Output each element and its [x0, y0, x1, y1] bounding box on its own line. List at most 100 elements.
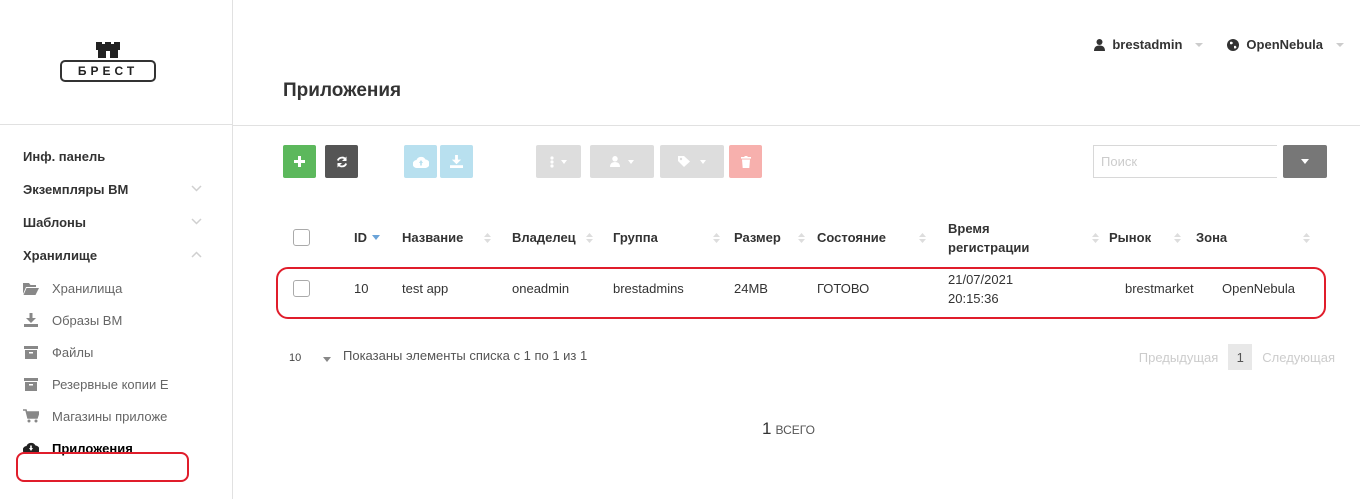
- pagination: Предыдущая 1 Следующая: [1139, 344, 1335, 370]
- page-title: Приложения: [283, 80, 402, 101]
- col-name[interactable]: Название: [402, 210, 463, 265]
- tags-icon: [678, 156, 690, 167]
- delete-button[interactable]: [729, 145, 762, 178]
- col-owner[interactable]: Владелец: [512, 210, 576, 265]
- table-footer: 10 Показаны элементы списка с 1 по 1 из …: [283, 343, 1335, 373]
- change-owner-button[interactable]: [590, 145, 654, 178]
- sidebar-subitem-images[interactable]: Образы ВМ: [0, 304, 232, 336]
- col-group[interactable]: Группа: [613, 210, 658, 265]
- labels-button[interactable]: [660, 145, 724, 178]
- cell-name: test app: [402, 281, 449, 296]
- caret-down-icon: [700, 159, 706, 164]
- logo-area: БРЕСТ: [0, 0, 232, 125]
- sidebar-item-templates[interactable]: Шаблоны: [0, 206, 232, 239]
- row-checkbox[interactable]: [293, 280, 310, 297]
- vertical-dots-icon: [550, 155, 554, 168]
- sort-desc-icon: [372, 210, 380, 265]
- zone-menu[interactable]: OpenNebula: [1227, 37, 1344, 52]
- brest-logo[interactable]: БРЕСТ: [60, 42, 156, 82]
- plus-icon: [294, 156, 305, 167]
- col-registration-time[interactable]: Время регистрации: [948, 210, 1038, 265]
- table-info: Показаны элементы списка с 1 по 1 из 1: [343, 348, 588, 363]
- cell-zone: OpenNebula: [1222, 281, 1295, 296]
- cell-owner: oneadmin: [512, 281, 570, 296]
- current-page-button[interactable]: 1: [1228, 344, 1253, 370]
- download-icon: [23, 312, 39, 328]
- topbar-right: brestadmin OpenNebula: [1094, 37, 1344, 52]
- col-zone[interactable]: Зона: [1196, 210, 1227, 265]
- table-header: ID Название Владелец Группа Размер Состо…: [283, 210, 1335, 265]
- sidebar-item-label: Экземпляры ВМ: [23, 182, 129, 197]
- cell-size: 24MB: [734, 281, 768, 296]
- table-row[interactable]: 10 test app oneadmin brestadmins 24MB ГО…: [276, 267, 1335, 329]
- sidebar-subitem-datastores[interactable]: Хранилища: [0, 272, 232, 304]
- chevron-up-icon: [191, 251, 202, 258]
- sidebar-item-dashboard[interactable]: Инф. панель: [0, 140, 232, 173]
- sidebar-item-storage[interactable]: Хранилище: [0, 239, 232, 272]
- refresh-button[interactable]: [325, 145, 358, 178]
- next-page-button[interactable]: Следующая: [1262, 350, 1335, 365]
- row-select-cell: [293, 261, 310, 316]
- fortress-icon: [96, 42, 120, 58]
- sidebar-item-label: Инф. панель: [23, 149, 106, 164]
- cell-state: ГОТОВО: [817, 281, 870, 296]
- caret-down-icon: [1301, 159, 1309, 164]
- chevron-down-icon: [191, 185, 202, 192]
- caret-down-icon: [323, 357, 331, 362]
- sidebar-subitem-files[interactable]: Файлы: [0, 336, 232, 368]
- sort-icon: [586, 210, 593, 265]
- cell-reg-date: 21/07/2021: [948, 271, 1014, 287]
- cart-icon: [23, 408, 39, 424]
- cell-market: brestmarket: [1125, 281, 1194, 296]
- archive-icon: [23, 344, 39, 360]
- user-name: brestadmin: [1112, 37, 1183, 52]
- caret-down-icon: [1336, 42, 1344, 47]
- total-label: ВСЕГО: [775, 423, 815, 437]
- select-all-cell: [293, 210, 310, 265]
- page-length-select[interactable]: 10: [283, 347, 331, 369]
- cloud-upload-icon: [412, 156, 429, 168]
- search-input[interactable]: [1093, 145, 1277, 178]
- prev-page-button[interactable]: Предыдущая: [1139, 350, 1219, 365]
- total-summary: 1 ВСЕГО: [762, 419, 815, 439]
- cell-registration-time: 21/07/2021 20:15:36: [948, 261, 1013, 316]
- sort-icon: [1092, 210, 1099, 265]
- user-icon: [1094, 38, 1106, 51]
- trash-icon: [740, 155, 751, 168]
- more-actions-button[interactable]: [536, 145, 581, 178]
- sidebar-item-vms[interactable]: Экземпляры ВМ: [0, 173, 232, 206]
- logo-text: БРЕСТ: [60, 60, 156, 82]
- sidebar-subitem-marketplaces[interactable]: Магазины приложе: [0, 400, 232, 432]
- create-button[interactable]: [283, 145, 316, 178]
- sort-icon: [713, 210, 720, 265]
- user-menu[interactable]: brestadmin: [1094, 37, 1204, 52]
- sidebar-nav: Инф. панель Экземпляры ВМ Шаблоны Хранил…: [0, 140, 232, 464]
- download-button[interactable]: [440, 145, 473, 178]
- globe-icon: [1227, 38, 1240, 51]
- sidebar-item-label: Шаблоны: [23, 215, 86, 230]
- search-options-button[interactable]: [1283, 145, 1327, 178]
- user-icon: [610, 156, 620, 167]
- total-count: 1: [762, 419, 772, 438]
- col-market[interactable]: Рынок: [1109, 210, 1151, 265]
- sidebar-subitem-label: Образы ВМ: [52, 312, 123, 328]
- folder-open-icon: [23, 280, 39, 296]
- col-id[interactable]: ID: [354, 210, 367, 265]
- chevron-down-icon: [191, 218, 202, 225]
- col-state[interactable]: Состояние: [817, 210, 886, 265]
- sidebar-item-label: Хранилище: [23, 248, 98, 263]
- cell-group: brestadmins: [613, 281, 684, 296]
- zone-name: OpenNebula: [1246, 37, 1323, 52]
- sidebar-subitem-label: Хранилища: [52, 280, 123, 296]
- select-all-checkbox[interactable]: [293, 229, 310, 246]
- export-to-cloud-button[interactable]: [404, 145, 437, 178]
- page-length-value: 10: [289, 352, 302, 364]
- col-size[interactable]: Размер: [734, 210, 781, 265]
- sidebar-subitem-label: Магазины приложе: [52, 408, 168, 424]
- highlight-outline-sidebar: [16, 452, 189, 482]
- sort-icon: [798, 210, 805, 265]
- sort-icon: [484, 210, 491, 265]
- sidebar-subitem-backups[interactable]: Резервные копии E: [0, 368, 232, 400]
- toolbar: [283, 145, 1345, 178]
- cell-reg-time: 20:15:36: [948, 290, 999, 306]
